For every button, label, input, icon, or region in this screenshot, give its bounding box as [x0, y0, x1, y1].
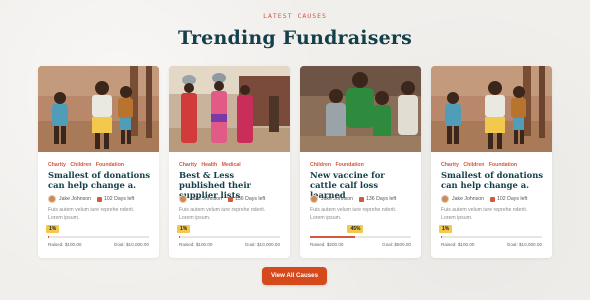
progress-fill	[48, 236, 49, 238]
progress-track	[179, 236, 280, 238]
card-meta: Jake Johnson 136 Days left	[179, 195, 265, 203]
days-left: 136 Days left	[235, 196, 266, 202]
category-tag[interactable]: Foundation	[96, 162, 124, 168]
progress-fill	[441, 236, 442, 238]
card-title-link[interactable]: Smallest of donations can help change a.	[441, 170, 545, 190]
progress-badge: 45%	[347, 225, 364, 233]
card-meta: Jake Johnson 102 Days left	[441, 195, 527, 203]
category-tags: Charity Children Foundation	[48, 162, 127, 168]
women-water-photo[interactable]	[169, 66, 290, 152]
progress-badge: 1%	[439, 225, 453, 233]
author-name: Jake Johnson	[59, 196, 92, 202]
category-tag[interactable]: Foundation	[489, 162, 517, 168]
avatar	[310, 195, 318, 203]
category-tag[interactable]: Children	[463, 162, 484, 168]
mother-children-photo[interactable]	[300, 66, 421, 152]
days-left: 102 Days left	[104, 196, 135, 202]
raised-amount: Raised: $100.00	[48, 242, 82, 247]
category-tag[interactable]: Charity	[179, 162, 197, 168]
avatar	[441, 195, 449, 203]
progress-fill	[179, 236, 180, 238]
card-description: Fuis autem velum iure reprehe nderit. Lo…	[441, 207, 528, 221]
category-tag[interactable]: Children	[70, 162, 91, 168]
author-name: Jake Johnson	[190, 196, 223, 202]
goal-amount: Goal: $500.00	[382, 242, 411, 247]
author-name: Jake Johnson	[321, 196, 354, 202]
children-photo[interactable]	[38, 66, 159, 152]
category-tag[interactable]: Medical	[222, 162, 241, 168]
days-left: 136 Days left	[366, 196, 397, 202]
fundraiser-card[interactable]: Charity Health Medical Best & Less publi…	[169, 66, 290, 258]
days-left: 102 Days left	[497, 196, 528, 202]
progress-track	[310, 236, 411, 238]
card-description: Fuis autem velum iure reprehe nderit. Lo…	[48, 207, 135, 221]
children-photo[interactable]	[431, 66, 552, 152]
calendar-icon	[228, 196, 234, 202]
goal-amount: Goal: $10,000.00	[506, 242, 542, 247]
fundraiser-card[interactable]: Charity Children Foundation Smallest of …	[38, 66, 159, 258]
category-tags: Children Foundation	[310, 162, 367, 168]
calendar-icon	[97, 196, 103, 202]
category-tag[interactable]: Charity	[48, 162, 66, 168]
view-all-causes-button[interactable]: View All Causes	[262, 267, 327, 285]
avatar	[48, 195, 56, 203]
fundraiser-card[interactable]: Children Foundation New vaccine for catt…	[300, 66, 421, 258]
category-tag[interactable]: Foundation	[336, 162, 364, 168]
section-title: Trending Fundraisers	[178, 27, 412, 49]
goal-amount: Goal: $10,000.00	[113, 242, 149, 247]
fundraiser-card[interactable]: Charity Children Foundation Smallest of …	[431, 66, 552, 258]
progress-badge: 1%	[46, 225, 60, 233]
category-tags: Charity Health Medical	[179, 162, 244, 168]
card-description: Fuis autem velum iure reprehe nderit. Lo…	[179, 207, 266, 221]
progress-track	[441, 236, 542, 238]
calendar-icon	[359, 196, 365, 202]
fundraiser-cards: Charity Children Foundation Smallest of …	[38, 66, 552, 258]
raised-amount: Raised: $200.00	[310, 242, 344, 247]
author-name: Jake Johnson	[452, 196, 485, 202]
progress-track	[48, 236, 149, 238]
card-description: Fuis autem velum iure reprehe nderit. Lo…	[310, 207, 397, 221]
progress-fill	[310, 236, 356, 238]
calendar-icon	[490, 196, 496, 202]
category-tags: Charity Children Foundation	[441, 162, 520, 168]
goal-amount: Goal: $10,000.00	[244, 242, 280, 247]
category-tag[interactable]: Charity	[441, 162, 459, 168]
section-eyebrow: Latest Causes	[263, 12, 327, 20]
avatar	[179, 195, 187, 203]
progress-badge: 1%	[177, 225, 191, 233]
card-meta: Jake Johnson 136 Days left	[310, 195, 396, 203]
raised-amount: Raised: $100.00	[441, 242, 475, 247]
card-title-link[interactable]: Smallest of donations can help change a.	[48, 170, 152, 190]
category-tag[interactable]: Children	[310, 162, 331, 168]
card-meta: Jake Johnson 102 Days left	[48, 195, 134, 203]
category-tag[interactable]: Health	[201, 162, 217, 168]
raised-amount: Raised: $100.00	[179, 242, 213, 247]
